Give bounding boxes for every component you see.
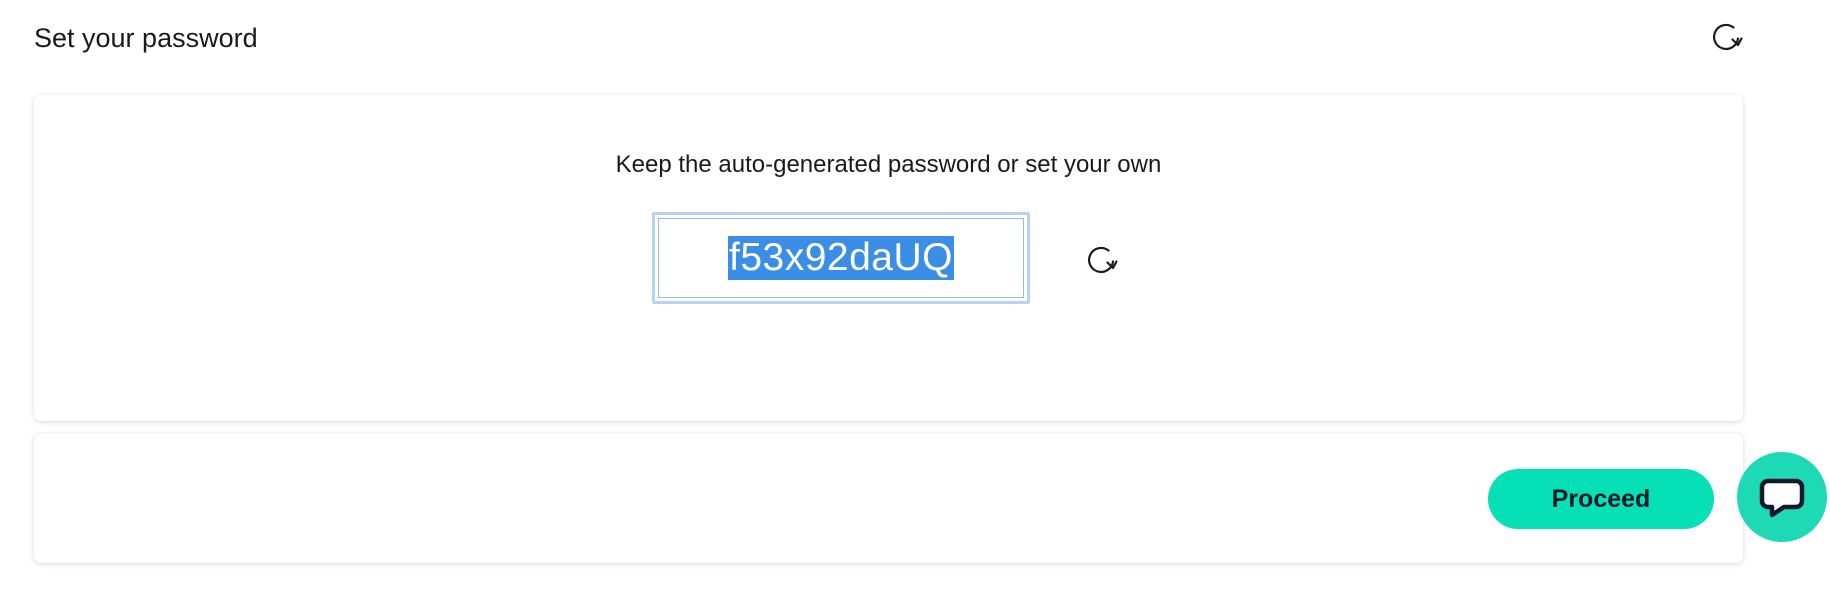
password-card: Keep the auto-generated password or set … xyxy=(34,95,1743,421)
proceed-button[interactable]: Proceed xyxy=(1488,469,1714,529)
password-field-focus-ring: f53x92daUQ xyxy=(652,212,1030,304)
chat-widget-button[interactable] xyxy=(1737,452,1827,542)
refresh-button[interactable] xyxy=(1707,18,1745,56)
refresh-icon xyxy=(1713,23,1743,51)
page-title: Set your password xyxy=(34,23,258,53)
regenerate-password-button[interactable] xyxy=(1082,241,1120,279)
footer-card xyxy=(34,434,1743,563)
chat-bubble-icon xyxy=(1759,478,1805,518)
password-setup-page: Set your password Keep the auto-generate… xyxy=(0,0,1830,603)
password-value-selected: f53x92daUQ xyxy=(728,236,954,280)
password-input[interactable]: f53x92daUQ xyxy=(658,218,1024,298)
password-instruction: Keep the auto-generated password or set … xyxy=(615,151,1162,178)
refresh-icon xyxy=(1088,246,1118,274)
